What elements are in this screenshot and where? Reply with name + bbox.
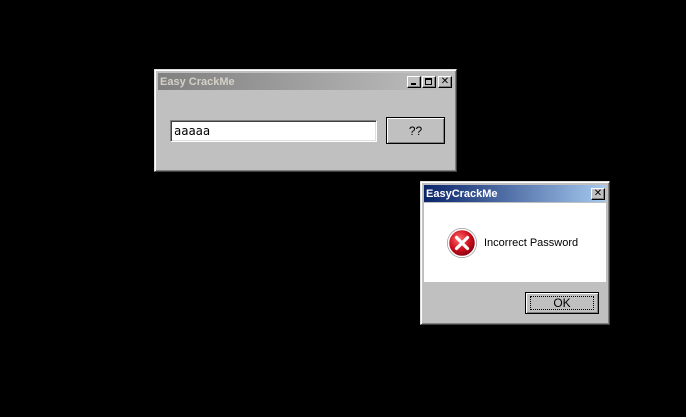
password-input[interactable] [170, 120, 377, 142]
minimize-icon [411, 82, 416, 85]
ok-button[interactable]: OK [525, 292, 599, 314]
message-box-titlebar[interactable]: EasyCrackMe ✕ [424, 185, 606, 202]
close-icon: ✕ [440, 75, 450, 87]
main-window-title: Easy CrackMe [160, 75, 235, 88]
check-button[interactable]: ?? [386, 117, 445, 144]
check-button-label: ?? [408, 123, 423, 138]
minimize-button[interactable] [407, 75, 421, 88]
message-box-body: Incorrect Password [424, 203, 606, 282]
message-box: EasyCrackMe ✕ Incorrect Password OK [420, 181, 610, 325]
maximize-icon [425, 77, 432, 85]
close-icon: ✕ [593, 187, 603, 199]
error-icon [447, 228, 477, 258]
main-window: Easy CrackMe ✕ ?? [154, 69, 457, 172]
message-text: Incorrect Password [484, 237, 579, 249]
maximize-button[interactable] [422, 75, 436, 88]
message-box-title: EasyCrackMe [426, 187, 498, 200]
message-box-close-button[interactable]: ✕ [591, 187, 605, 200]
main-window-titlebar[interactable]: Easy CrackMe ✕ [158, 73, 453, 90]
close-button[interactable]: ✕ [438, 75, 452, 88]
ok-button-label: OK [553, 296, 571, 310]
